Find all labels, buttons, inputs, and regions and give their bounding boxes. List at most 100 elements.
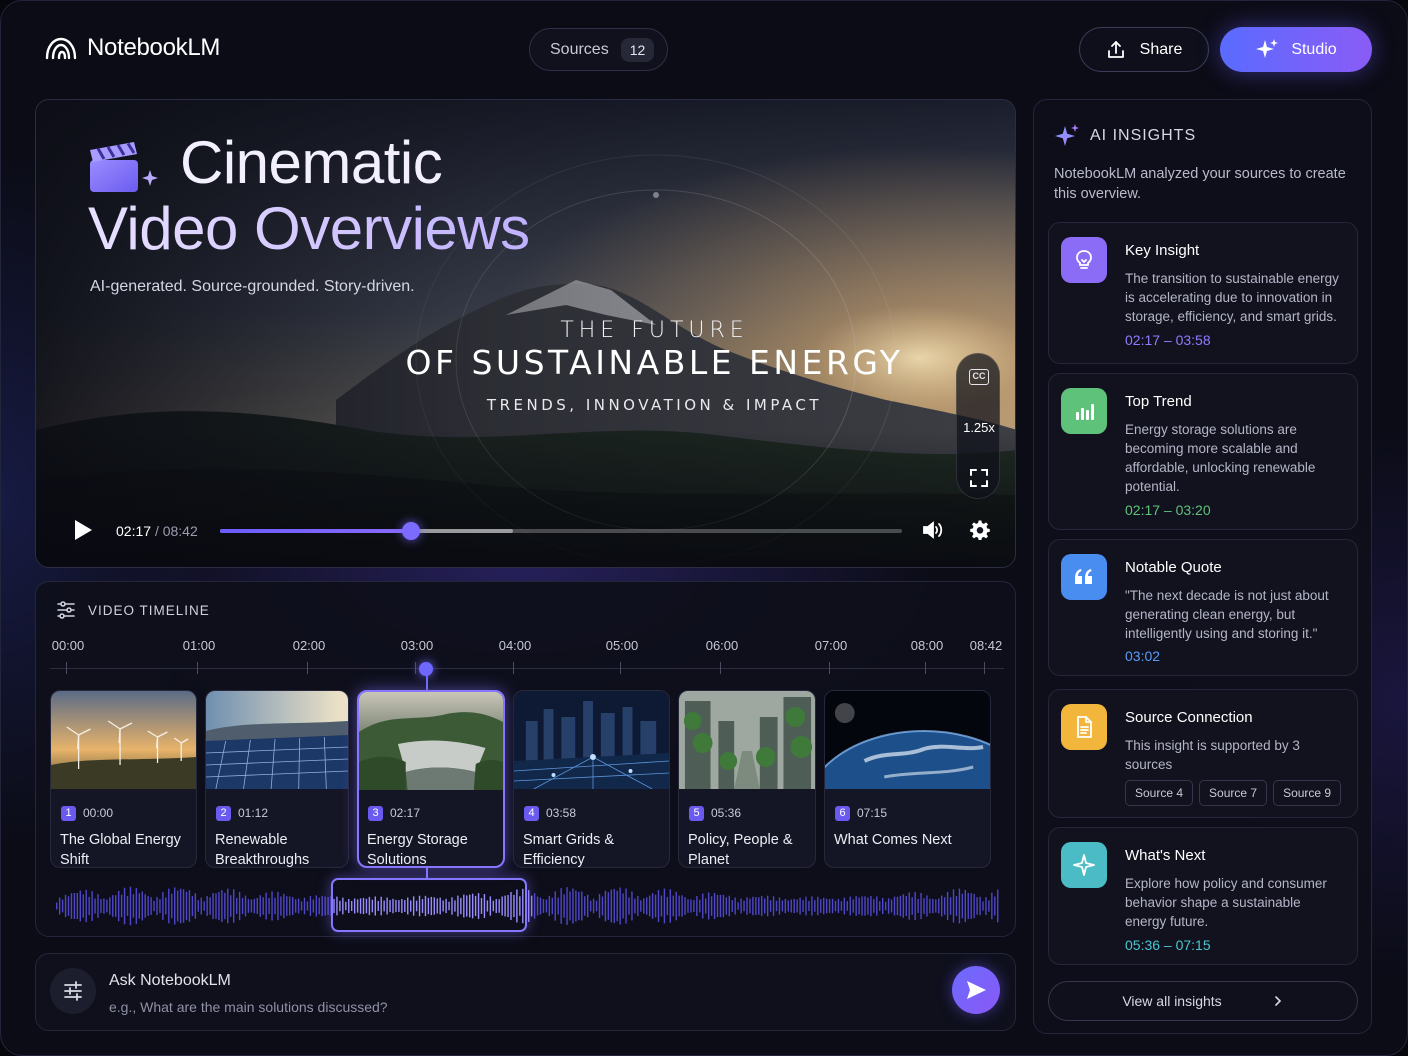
waveform-bar	[250, 899, 253, 913]
app-logo[interactable]: NotebookLM	[45, 34, 220, 62]
waveform-bar	[557, 897, 559, 915]
sources-label: Sources	[550, 40, 609, 58]
waveform-bar	[297, 898, 300, 914]
waveform-bar	[705, 898, 707, 914]
waveform-bar	[887, 898, 890, 914]
waveform-bar	[775, 900, 778, 912]
insight-card-key-insight[interactable]: Key Insight The transition to sustainabl…	[1048, 222, 1358, 364]
waveform-bar	[769, 900, 772, 912]
chapter-number: 2	[216, 806, 231, 821]
chapter-card-5[interactable]: 5 05:36 Policy, People & Planet	[678, 690, 816, 868]
card-body: Energy storage solutions are becoming mo…	[1125, 422, 1316, 494]
waveform-bar	[73, 893, 76, 919]
waveform-bar	[601, 896, 604, 916]
playback-speed[interactable]: 1.25x	[957, 420, 1001, 435]
waveform-bar	[88, 896, 90, 916]
waveform-bar	[967, 892, 969, 920]
waveform-bar	[569, 891, 571, 921]
card-time-range[interactable]: 02:17 – 03:58	[1125, 332, 1211, 348]
card-title: Notable Quote	[1125, 559, 1222, 576]
waveform-bar	[663, 888, 666, 924]
share-button[interactable]: Share	[1079, 27, 1209, 72]
insight-card-whats-next[interactable]: What's Next Explore how policy and consu…	[1048, 827, 1358, 965]
card-icon-tile	[1061, 554, 1107, 600]
timeline-tick-label: 03:00	[400, 638, 434, 653]
volume-icon[interactable]	[922, 520, 944, 540]
chapter-card-2[interactable]: 2 01:12 Renewable Breakthroughs	[205, 690, 349, 868]
waveform-bar	[536, 896, 539, 916]
waveform-bar	[914, 891, 916, 921]
card-time-range[interactable]: 03:02	[1125, 648, 1160, 664]
waveform-bar	[144, 894, 146, 918]
waveform-bar	[265, 892, 267, 920]
source-chip[interactable]: Source 9	[1273, 780, 1342, 806]
chapter-title: Policy, People & Planet	[688, 832, 793, 868]
waveform-selection[interactable]	[331, 878, 527, 932]
waveform-bar	[958, 888, 961, 924]
waveform-bar	[805, 896, 807, 916]
insight-card-top-trend[interactable]: Top Trend Energy storage solutions are b…	[1048, 373, 1358, 530]
waveform-bar	[188, 890, 191, 922]
waveform-bar	[752, 896, 754, 916]
ask-input[interactable]: e.g., What are the main solutions discus…	[109, 999, 388, 1015]
waveform-bar	[675, 891, 677, 921]
tune-button[interactable]	[50, 968, 96, 1014]
waveform-bar	[702, 893, 704, 919]
waveform-bar	[970, 893, 972, 919]
source-chip[interactable]: Source 7	[1199, 780, 1268, 806]
source-chip[interactable]: Source 4	[1125, 780, 1194, 806]
waveform-bar	[828, 899, 831, 913]
waveform-bar	[106, 899, 108, 913]
audio-waveform[interactable]	[52, 882, 1002, 930]
timeline-heading: VIDEO TIMELINE	[88, 602, 210, 618]
wind-turbines-thumbnail	[51, 691, 196, 789]
chapter-card-6[interactable]: 6 07:15 What Comes Next	[824, 690, 991, 868]
waveform-bar	[678, 895, 680, 917]
sources-button[interactable]: Sources 12	[529, 28, 668, 71]
card-time-range[interactable]: 02:17 – 03:20	[1125, 502, 1211, 518]
card-time-range[interactable]: 05:36 – 07:15	[1125, 937, 1211, 953]
chapter-card-4[interactable]: 4 03:58 Smart Grids & Efficiency	[513, 690, 670, 868]
send-button[interactable]	[952, 966, 1000, 1014]
app-window: NotebookLM Sources 12 Share Studio Cinem…	[0, 0, 1408, 1056]
waveform-bar	[176, 890, 179, 922]
fullscreen-icon[interactable]	[969, 468, 989, 488]
insight-card-notable-quote[interactable]: Notable Quote "The next decade is not ju…	[1048, 539, 1358, 676]
play-icon[interactable]	[72, 519, 94, 541]
waveform-bar	[306, 901, 309, 911]
notebooklm-logo-icon	[45, 37, 77, 60]
waveform-bar	[964, 889, 966, 923]
waveform-bar	[530, 895, 533, 917]
view-all-insights-button[interactable]: View all insights	[1048, 981, 1358, 1021]
ask-title: Ask NotebookLM	[109, 972, 231, 989]
waveform-bar	[648, 895, 651, 917]
view-all-label: View all insights	[1122, 993, 1222, 1009]
waveform-bar	[191, 896, 194, 916]
waveform-bar	[238, 891, 241, 921]
progress-scrubber[interactable]	[401, 522, 420, 540]
studio-button[interactable]: Studio	[1220, 27, 1372, 72]
hero-subtitle: AI-generated. Source-grounded. Story-dri…	[90, 278, 415, 295]
waveform-bar	[235, 897, 238, 915]
chapter-time: 01:12	[238, 806, 269, 820]
waveform-bar	[241, 897, 244, 915]
timeline-ruler[interactable]: 00:00 01:00 02:00 03:00 04:00 05:00 06:00 07:00…	[36, 638, 1017, 678]
waveform-bar	[976, 897, 978, 915]
chapter-title: Smart Grids & Efficiency	[523, 832, 615, 868]
insight-card-source-connection[interactable]: Source Connection This insight is suppor…	[1048, 689, 1358, 818]
waveform-bar	[923, 898, 925, 914]
ask-notebooklm-bar[interactable]: Ask NotebookLM e.g., What are the main s…	[35, 953, 1016, 1031]
settings-gear-icon[interactable]	[970, 520, 990, 540]
progress-fill	[220, 529, 411, 533]
closed-captions-icon[interactable]: CC	[969, 369, 989, 385]
video-title-line3: TRENDS, INNOVATION & IMPACT	[486, 396, 823, 414]
insights-description: NotebookLM analyzed your sources to crea…	[1054, 166, 1346, 202]
progress-bar[interactable]	[220, 522, 902, 540]
video-player[interactable]: Cinematic Video Overviews AI-generated. …	[35, 99, 1016, 568]
waveform-bar	[932, 898, 934, 914]
waveform-bar	[616, 890, 618, 922]
chapter-card-1[interactable]: 1 00:00 The Global Energy Shift	[50, 690, 197, 868]
timeline-tick-mark	[307, 662, 308, 674]
chapter-card-3[interactable]: 3 02:17 Energy Storage Solutions	[357, 690, 505, 868]
waveform-bar	[985, 897, 987, 915]
